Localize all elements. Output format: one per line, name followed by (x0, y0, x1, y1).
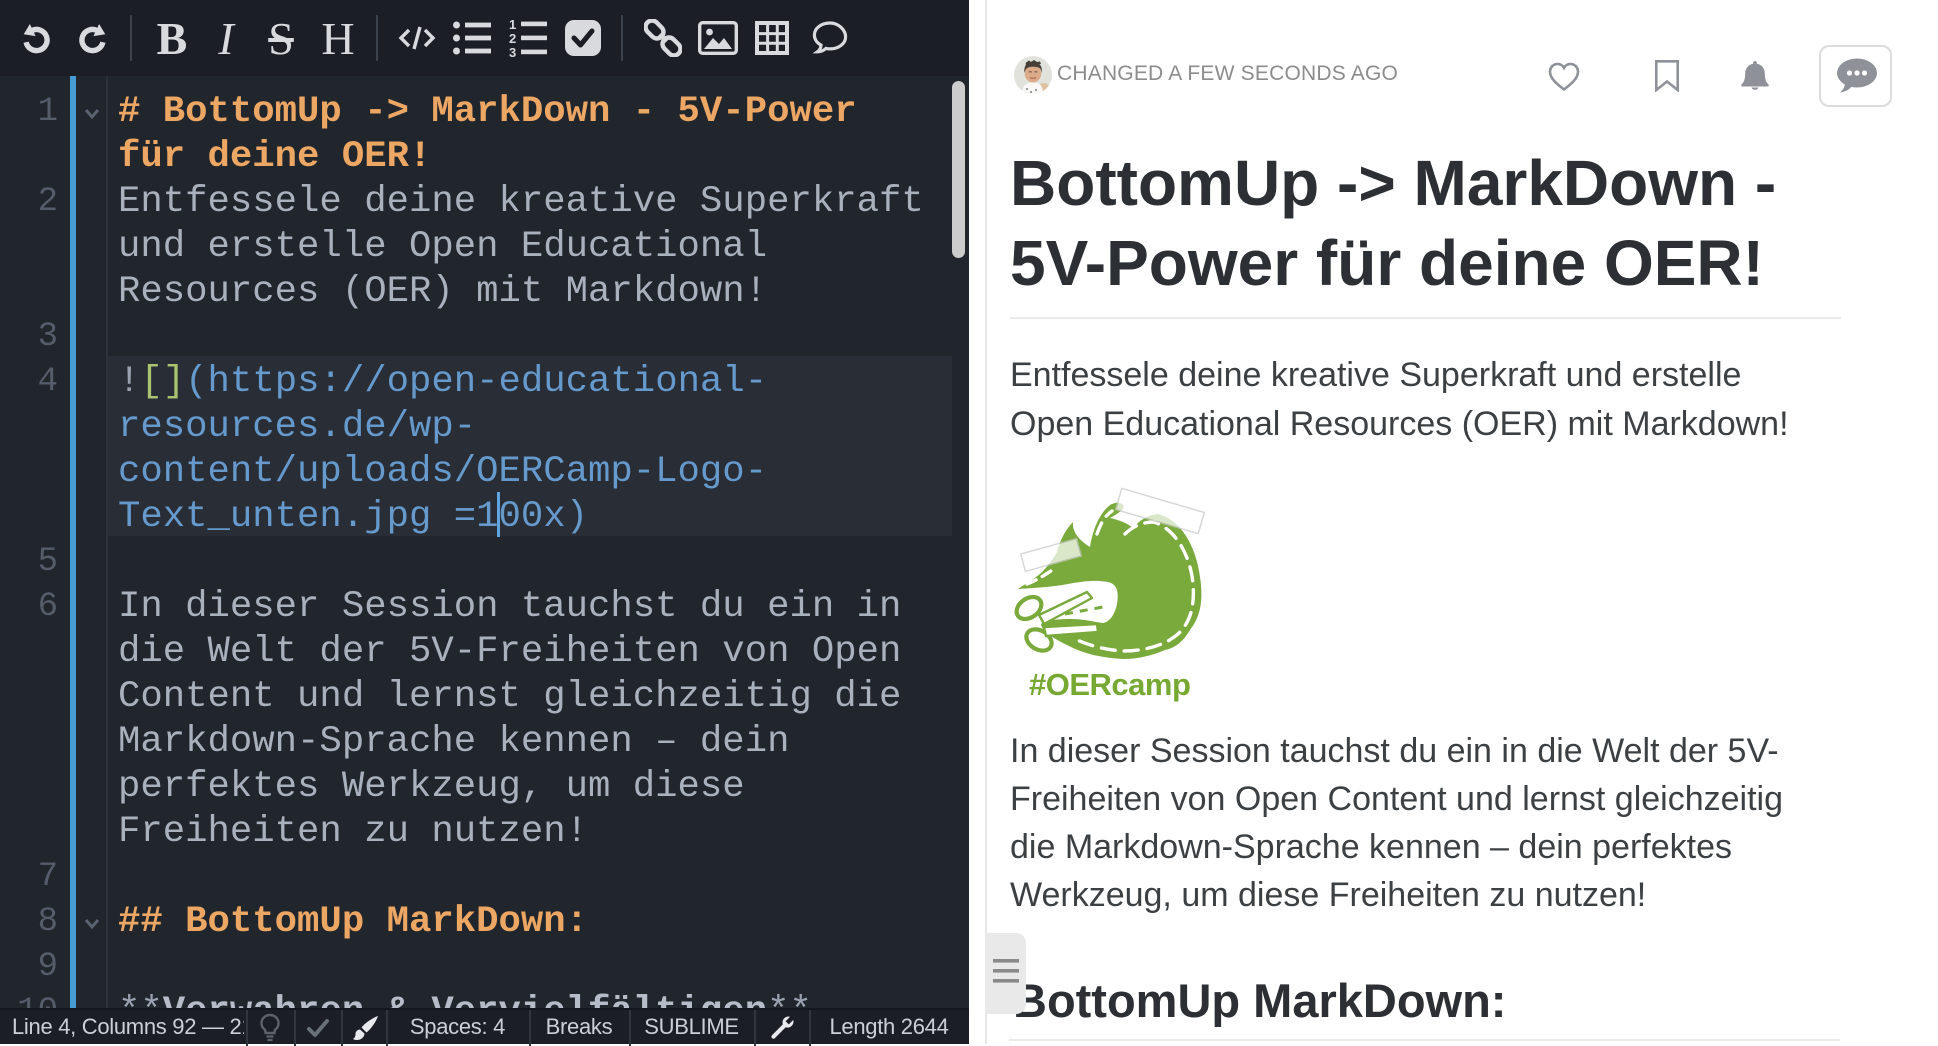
svg-text:2: 2 (509, 31, 516, 46)
svg-text:1: 1 (509, 18, 516, 32)
svg-text:3: 3 (509, 45, 516, 58)
